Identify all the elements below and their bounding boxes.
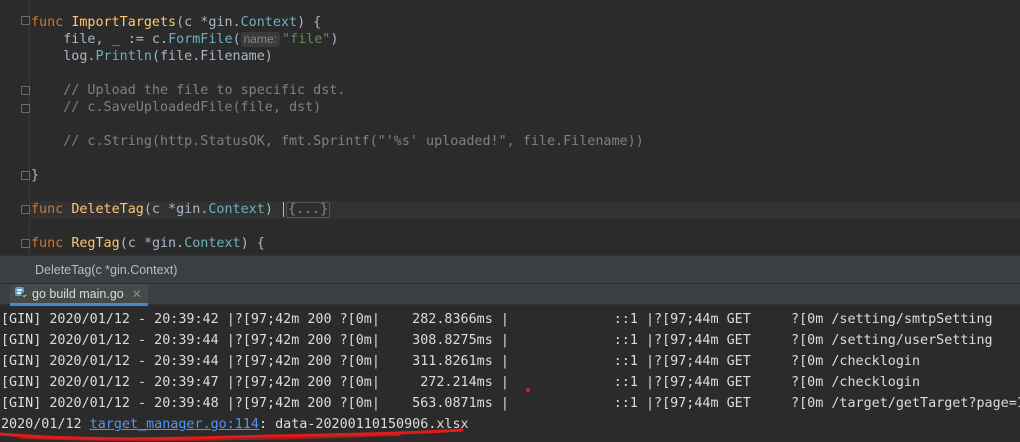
code-punct: ) { [297,15,322,30]
close-icon[interactable]: ✕ [132,287,142,301]
editor-gutter[interactable] [0,0,30,255]
folded-code-block[interactable]: {...} [285,202,331,218]
function-name: DeleteTag [71,202,144,217]
keyword-func: func [31,236,72,251]
code-text: log. [31,49,96,64]
go-build-icon [14,285,28,302]
console-line-last: 2020/01/12 target_manager.go:114: data-2… [1,414,469,435]
code-punct: ) { [240,236,265,251]
breadcrumb[interactable]: DeleteTag(c *gin.Context) [0,255,1020,283]
code-punct: . [232,15,241,30]
run-tab-label: go build main.go [32,286,124,301]
code-line-2[interactable]: file, _ := c.FormFile(name: "file") [31,31,338,48]
package-name: gin [151,236,177,251]
function-name: RegTag [71,236,120,251]
console-line: [GIN] 2020/01/12 - 20:39:47 |?[97;42m 20… [1,375,921,390]
fold-marker-brace-end[interactable] [21,171,30,180]
method-call: Println [95,49,152,64]
console-line: [GIN] 2020/01/12 - 20:39:48 |?[97;42m 20… [1,396,1020,411]
parameter-hint: name: [240,32,280,47]
keyword-func: func [31,15,72,30]
code-line-3[interactable]: log.Println(file.Filename) [31,48,273,65]
code-line-comment-1[interactable]: // Upload the file to specific dst. [31,82,345,99]
console-line: [GIN] 2020/01/12 - 20:39:44 |?[97;42m 20… [1,333,993,348]
red-annotation-dot [526,388,530,392]
string-literal: "file" [281,32,331,47]
code-punct: . [176,236,185,251]
fold-marker-reg-tag[interactable] [21,239,30,248]
code-text: file, _ := c. [31,32,169,47]
code-editor[interactable]: func ImportTargets(c *gin.Context) { fil… [0,0,1020,255]
code-line-comment-3[interactable]: // c.String(http.StatusOK, fmt.Sprintf("… [31,133,643,150]
console-date: 2020/01/12 [1,417,90,432]
code-line-1[interactable]: func ImportTargets(c *gin.Context) { [31,14,321,31]
code-line-delete-tag[interactable]: func DeleteTag(c *gin.Context) {...} [31,201,331,218]
code-line-reg-tag[interactable]: func RegTag(c *gin.Context) { [31,235,265,252]
fold-marker-comment-end[interactable] [21,104,30,113]
package-name: gin [208,15,233,30]
code-line-comment-2[interactable]: // c.SaveUploadedFile(file, dst) [31,99,321,116]
code-punct: ) [264,202,281,217]
fold-marker-comment[interactable] [21,86,30,95]
console-line: [GIN] 2020/01/12 - 20:39:42 |?[97;42m 20… [1,312,993,327]
package-name: gin [176,202,201,217]
text-caret [282,201,284,217]
code-punct: (file.Filename) [151,49,273,64]
code-punct: ( [232,32,241,47]
type-name: Context [184,236,241,251]
console-output-text: : data-20200110150906.xlsx [259,417,469,432]
code-punct: (c * [119,236,152,251]
code-punct: (c * [176,15,209,30]
type-name: Context [240,15,298,30]
run-tab-go-build[interactable]: go build main.go ✕ [10,284,148,306]
run-console[interactable]: [GIN] 2020/01/12 - 20:39:42 |?[97;42m 20… [0,306,1020,442]
console-line: [GIN] 2020/01/12 - 20:39:44 |?[97;42m 20… [1,354,921,369]
fold-marker-import-targets[interactable] [21,16,30,25]
keyword-func: func [31,202,72,217]
type-name: Context [208,202,265,217]
code-punct: ) [330,32,339,47]
run-tab-bar: go build main.go ✕ [0,283,1020,306]
code-punct: (c * [143,202,177,217]
method-call: FormFile [168,32,233,47]
fold-marker-delete-tag[interactable] [21,205,30,214]
function-name: ImportTargets [71,15,177,30]
source-file-link[interactable]: target_manager.go:114 [90,417,259,432]
code-line-close-brace[interactable]: } [31,167,39,184]
